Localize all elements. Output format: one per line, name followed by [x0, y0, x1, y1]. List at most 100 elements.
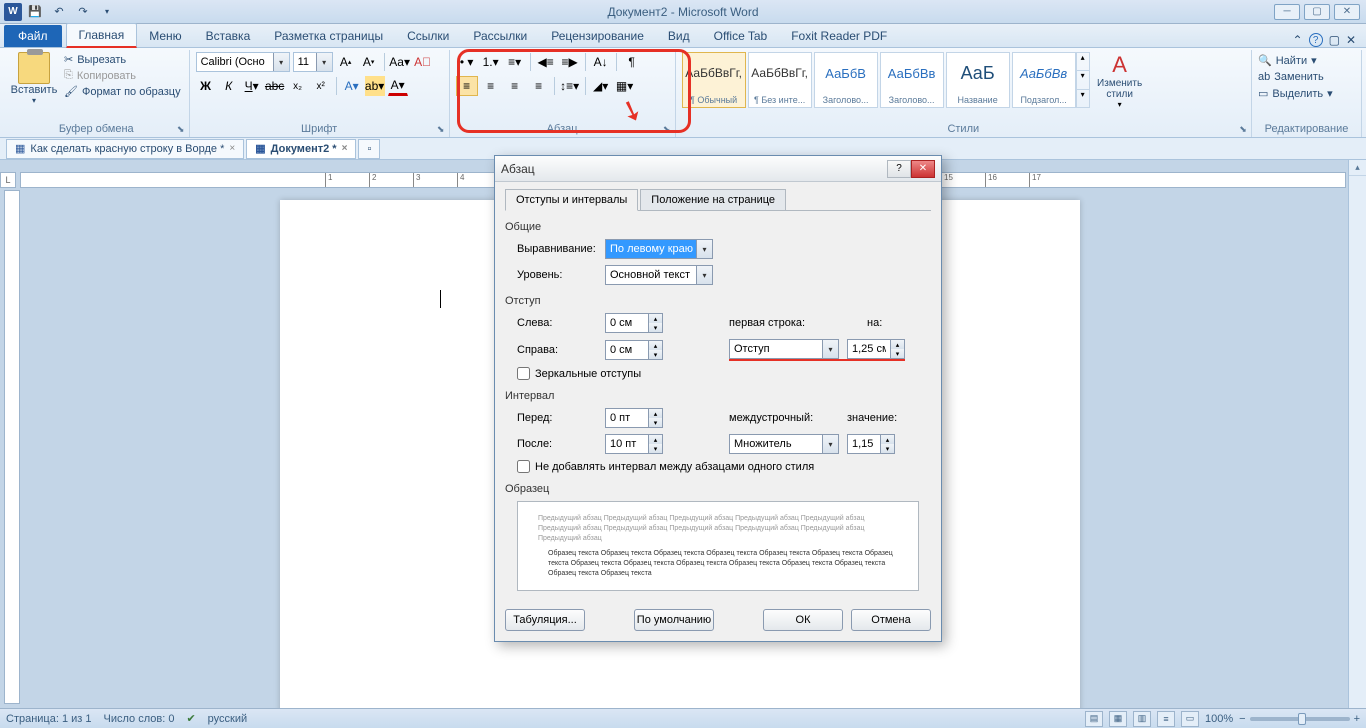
styles-launcher[interactable]: ⬊ [1237, 123, 1249, 135]
doctab-1[interactable]: ▦Как сделать красную строку в Ворде *× [6, 139, 244, 159]
align-left-icon[interactable]: ≡ [456, 76, 478, 96]
minimize-button[interactable]: ─ [1274, 4, 1300, 20]
show-marks-icon[interactable]: ¶ [621, 52, 643, 72]
by-spinner[interactable]: ▴▾ [847, 339, 905, 359]
font-launcher[interactable]: ⬊ [435, 123, 447, 135]
close-tab-icon[interactable]: × [229, 143, 235, 154]
tab-home[interactable]: Главная [66, 23, 138, 48]
at-spinner[interactable]: ▴▾ [847, 434, 895, 454]
spin-down-icon[interactable]: ▾ [881, 444, 894, 453]
grow-font-icon[interactable]: A▴ [336, 52, 356, 72]
space-before-spinner[interactable]: ▴▾ [605, 408, 663, 428]
multilevel-icon[interactable]: ≡▾ [504, 52, 526, 72]
tab-insert[interactable]: Вставка [194, 25, 263, 47]
shrink-font-icon[interactable]: A▾ [359, 52, 379, 72]
view-read-icon[interactable]: ▦ [1109, 711, 1127, 727]
view-web-icon[interactable]: ▥ [1133, 711, 1151, 727]
font-size-combo[interactable]: 11▾ [293, 52, 333, 72]
tab-menu[interactable]: Меню [137, 25, 193, 47]
save-icon[interactable]: 💾 [24, 2, 46, 22]
zoom-level[interactable]: 100% [1205, 713, 1233, 725]
tabs-button[interactable]: Табуляция... [505, 609, 585, 631]
change-styles-button[interactable]: A Изменить стили ▾ [1096, 52, 1144, 109]
styles-up-icon[interactable]: ▴ [1077, 53, 1089, 70]
view-outline-icon[interactable]: ≡ [1157, 711, 1175, 727]
language-indicator[interactable]: русский [208, 713, 247, 725]
ok-button[interactable]: ОК [763, 609, 843, 631]
spin-down-icon[interactable]: ▾ [649, 350, 662, 359]
strike-icon[interactable]: abc [265, 76, 285, 96]
undo-icon[interactable]: ↶ [48, 2, 70, 22]
tab-view[interactable]: Вид [656, 25, 702, 47]
spin-up-icon[interactable]: ▴ [649, 409, 662, 418]
spin-up-icon[interactable]: ▴ [649, 435, 662, 444]
bold-icon[interactable]: Ж [196, 76, 216, 96]
dialog-tab-position[interactable]: Положение на странице [640, 189, 786, 211]
tab-officetab[interactable]: Office Tab [702, 25, 780, 47]
highlight-icon[interactable]: ab▾ [365, 76, 385, 96]
style-title[interactable]: АаБНазвание [946, 52, 1010, 108]
outline-level-combo[interactable]: Основной текст▾ [605, 265, 713, 285]
restore-window-icon[interactable]: ▢ [1329, 33, 1340, 47]
font-family-combo[interactable]: Calibri (Осно▾ [196, 52, 290, 72]
zoom-slider[interactable]: − + [1239, 713, 1360, 725]
numbering-icon[interactable]: 1.▾ [480, 52, 502, 72]
doctab-2[interactable]: ▦Документ2 *× [246, 139, 356, 159]
change-case-icon[interactable]: Aa▾ [390, 52, 410, 72]
ruler-vertical[interactable] [4, 190, 20, 704]
style-normal[interactable]: АаБбВвГг,¶ Обычный [682, 52, 746, 108]
tab-file[interactable]: Файл [4, 25, 62, 47]
clear-format-icon[interactable]: A⃠ [413, 52, 433, 72]
justify-icon[interactable]: ≡ [528, 76, 550, 96]
align-center-icon[interactable]: ≡ [480, 76, 502, 96]
tab-layout[interactable]: Разметка страницы [262, 25, 395, 47]
spin-down-icon[interactable]: ▾ [649, 323, 662, 332]
sort-icon[interactable]: A↓ [590, 52, 612, 72]
subscript-icon[interactable]: x₂ [288, 76, 308, 96]
spin-down-icon[interactable]: ▾ [649, 418, 662, 427]
cut-button[interactable]: ✂Вырезать [62, 52, 183, 67]
spell-check-icon[interactable]: ✔ [186, 712, 195, 725]
scrollbar-vertical[interactable]: ▴ [1348, 160, 1366, 708]
page-indicator[interactable]: Страница: 1 из 1 [6, 713, 92, 725]
tab-mailings[interactable]: Рассылки [461, 25, 539, 47]
dialog-help-button[interactable]: ? [887, 160, 911, 178]
find-button[interactable]: 🔍Найти ▾ [1258, 52, 1355, 69]
zoom-out-icon[interactable]: − [1239, 713, 1245, 725]
font-color-icon[interactable]: A▾ [388, 76, 408, 96]
zoom-thumb[interactable] [1298, 713, 1306, 725]
cancel-button[interactable]: Отмена [851, 609, 931, 631]
indent-right-spinner[interactable]: ▴▾ [605, 340, 663, 360]
maximize-button[interactable]: ▢ [1304, 4, 1330, 20]
paragraph-launcher[interactable]: ⬊ [661, 123, 673, 135]
mirror-indents-check[interactable]: Зеркальные отступы [517, 367, 931, 380]
view-draft-icon[interactable]: ▭ [1181, 711, 1199, 727]
spin-down-icon[interactable]: ▾ [891, 349, 904, 358]
style-heading2[interactable]: АаБбВвЗаголово... [880, 52, 944, 108]
style-subtitle[interactable]: АаБбВвПодзагол... [1012, 52, 1076, 108]
clipboard-launcher[interactable]: ⬊ [175, 123, 187, 135]
space-after-spinner[interactable]: ▴▾ [605, 434, 663, 454]
superscript-icon[interactable]: x² [311, 76, 331, 96]
spin-down-icon[interactable]: ▾ [649, 444, 662, 453]
text-effects-icon[interactable]: A▾ [342, 76, 362, 96]
bullets-icon[interactable]: • ▾ [456, 52, 478, 72]
increase-indent-icon[interactable]: ≡▶ [559, 52, 581, 72]
styles-down-icon[interactable]: ▾ [1077, 70, 1089, 88]
tab-references[interactable]: Ссылки [395, 25, 461, 47]
select-button[interactable]: ▭Выделить ▾ [1258, 85, 1355, 102]
ribbon-minimize-icon[interactable]: ⌃ [1293, 33, 1303, 47]
close-tab-icon[interactable]: × [342, 143, 348, 154]
dialog-tab-indents[interactable]: Отступы и интервалы [505, 189, 638, 211]
dialog-close-button[interactable]: ✕ [911, 160, 935, 178]
close-doc-icon[interactable]: ✕ [1346, 33, 1356, 47]
zoom-in-icon[interactable]: + [1354, 713, 1360, 725]
replace-button[interactable]: abЗаменить [1258, 69, 1355, 85]
new-tab-button[interactable]: ▫ [358, 139, 380, 159]
copy-button[interactable]: ⎘Копировать [62, 68, 183, 83]
ruler-tab-selector[interactable]: L [0, 172, 16, 188]
spin-up-icon[interactable]: ▴ [649, 341, 662, 350]
close-button[interactable]: ✕ [1334, 4, 1360, 20]
alignment-combo[interactable]: По левому краю▾ [605, 239, 713, 259]
line-spacing-icon[interactable]: ↕≡▾ [559, 76, 581, 96]
